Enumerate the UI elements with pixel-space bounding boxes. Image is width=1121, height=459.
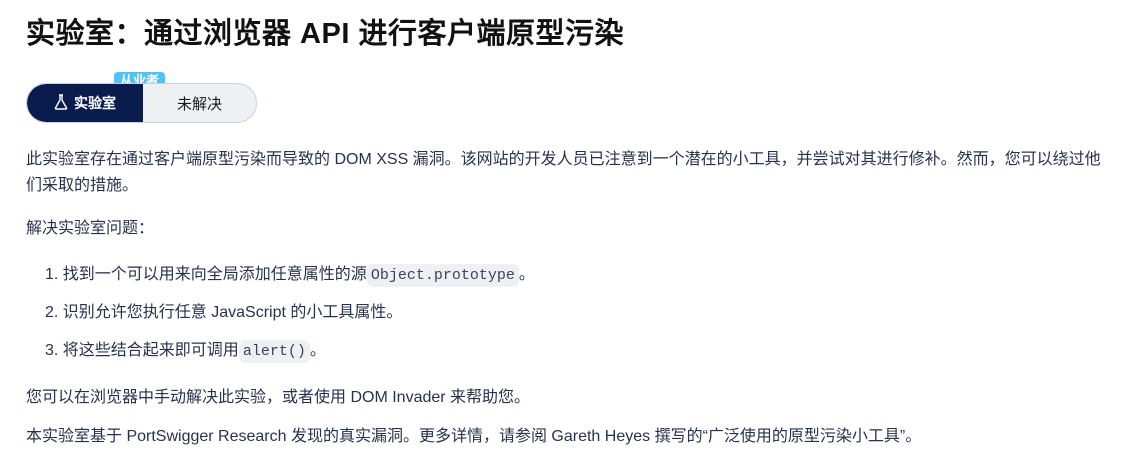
page-title: 实验室：通过浏览器 API 进行客户端原型污染 [26, 18, 624, 50]
code-snippet: alert() [238, 340, 310, 363]
step-number: 1. [45, 266, 59, 283]
code-snippet: Object.prototype [366, 264, 519, 287]
step-number: 2. [45, 304, 59, 321]
flask-icon [54, 93, 68, 113]
list-item: 3. 将这些结合起来即可调用 alert()。 [45, 337, 535, 375]
step-number: 3. [45, 342, 59, 359]
lab-page: 实验室：通过浏览器 API 进行客户端原型污染 从业者 实验室 未解决 此实验室… [0, 0, 1121, 459]
steps-list: 1. 找到一个可以用来向全局添加任意属性的源 Object.prototype。 … [45, 261, 535, 375]
lab-label-text: 实验室 [74, 95, 116, 111]
step-text: 找到一个可以用来向全局添加任意属性的源 [62, 266, 367, 283]
status-badge: 未解决 [176, 95, 222, 113]
list-item: 2. 识别允许您执行任意 JavaScript 的小工具属性。 [45, 299, 535, 337]
dom-invader-note: 您可以在浏览器中手动解决此实验，或者使用 DOM Invader 来帮助您。 [26, 389, 531, 406]
lab-status-widget: 从业者 实验室 未解决 [26, 72, 258, 124]
solve-heading: 解决实验室问题： [26, 220, 155, 237]
step-suffix: 。 [518, 266, 535, 283]
list-item: 1. 找到一个可以用来向全局添加任意属性的源 Object.prototype。 [45, 261, 535, 299]
step-text: 将这些结合起来即可调用 [62, 342, 239, 359]
step-text: 识别允许您执行任意 JavaScript 的小工具属性。 [62, 304, 403, 321]
step-suffix: 。 [309, 342, 326, 359]
research-note: 本实验室基于 PortSwigger Research 发现的真实漏洞。更多详情… [26, 428, 922, 445]
lab-description: 此实验室存在通过客户端原型污染而导致的 DOM XSS 漏洞。该网站的开发人员已… [26, 151, 1101, 194]
lab-status-pill: 实验室 未解决 [26, 83, 257, 123]
lab-label: 实验室 [27, 84, 143, 122]
